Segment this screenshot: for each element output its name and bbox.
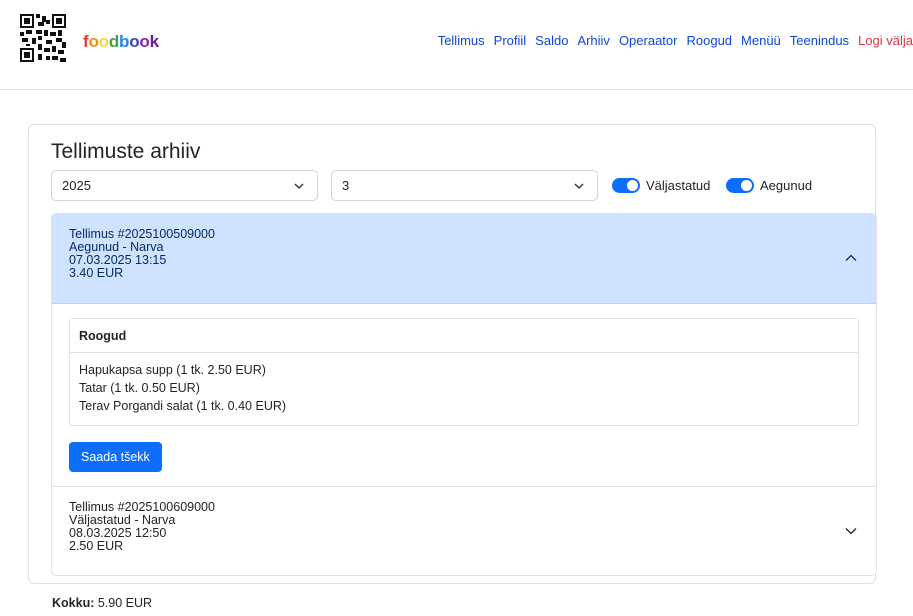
- brand-letter: o: [98, 32, 109, 51]
- nav-item-tellimus[interactable]: Tellimus: [438, 33, 485, 48]
- nav-item-menuu[interactable]: Menüü: [741, 33, 781, 48]
- nav-item-arhiiv[interactable]: Arhiiv: [577, 33, 610, 48]
- order-datetime: 08.03.2025 12:50: [69, 526, 167, 540]
- toggle-switch-valjastatud[interactable]: [612, 178, 640, 193]
- archive-card: Tellimuste arhiiv 2025 3 Väljastatud Aeg…: [28, 124, 877, 584]
- year-select[interactable]: 2025: [51, 170, 318, 201]
- order-total: Kokku: 5.90 EUR: [52, 596, 152, 610]
- logout-link[interactable]: Logi välja: [858, 33, 913, 48]
- dish-item: Hapukapsa supp (1 tk. 2.50 EUR): [79, 363, 266, 377]
- chevron-down-icon: [574, 183, 584, 190]
- brand-letter: o: [88, 32, 99, 51]
- brand-letter: d: [108, 32, 120, 51]
- dish-item: Terav Porgandi salat (1 tk. 0.40 EUR): [79, 399, 287, 413]
- top-navbar: foodbook Tellimus Profiil Saldo Arhiiv O…: [0, 0, 913, 90]
- total-label: Kokku:: [52, 596, 95, 610]
- dish-item: Tatar (1 tk. 0.50 EUR): [79, 381, 200, 395]
- send-receipt-button[interactable]: Saada tšekk: [69, 442, 162, 472]
- order-status: Aegunud - Narva: [69, 240, 164, 254]
- nav-item-teenindus[interactable]: Teenindus: [790, 33, 849, 48]
- order-amount: 2.50 EUR: [69, 539, 124, 553]
- page-title: Tellimuste arhiiv: [51, 140, 201, 163]
- orders-accordion: Tellimus #2025100509000 Aegunud - Narva …: [51, 213, 877, 576]
- nav-item-roogud[interactable]: Roogud: [686, 33, 732, 48]
- brand-letter: o: [139, 32, 150, 51]
- month-select-value: 3: [342, 178, 350, 193]
- total-value: 5.90 EUR: [97, 596, 153, 610]
- order-header-expanded[interactable]: Tellimus #2025100509000 Aegunud - Narva …: [52, 214, 876, 304]
- brand-letter: b: [119, 32, 130, 51]
- dishes-list: Roogud Hapukapsa supp (1 tk. 2.50 EUR) T…: [69, 318, 859, 426]
- nav-item-saldo[interactable]: Saldo: [535, 33, 568, 48]
- chevron-down-icon: [294, 183, 304, 190]
- month-select[interactable]: 3: [331, 170, 598, 201]
- order-status: Väljastatud - Narva: [69, 513, 176, 527]
- toggle-switch-aegunud[interactable]: [726, 178, 754, 193]
- order-datetime: 07.03.2025 13:15: [69, 253, 167, 267]
- qr-code-icon[interactable]: [20, 14, 66, 62]
- order-title: Tellimus #2025100509000: [69, 227, 215, 241]
- nav-item-operaator[interactable]: Operaator: [619, 33, 678, 48]
- order-amount: 3.40 EUR: [69, 266, 124, 280]
- brand-name[interactable]: foodbook: [83, 32, 159, 52]
- chevron-down-icon[interactable]: [844, 524, 858, 538]
- brand-letter: o: [129, 32, 140, 51]
- order-title: Tellimus #2025100609000: [69, 500, 215, 514]
- main-nav: Tellimus Profiil Saldo Arhiiv Operaator …: [438, 33, 913, 48]
- order-details: Roogud Hapukapsa supp (1 tk. 2.50 EUR) T…: [52, 304, 876, 486]
- filter-aegunud-label: Aegunud: [760, 178, 813, 193]
- brand-letter: k: [149, 32, 159, 51]
- chevron-up-icon[interactable]: [844, 251, 858, 265]
- nav-item-profiil[interactable]: Profiil: [494, 33, 527, 48]
- year-select-value: 2025: [62, 178, 91, 193]
- filter-valjastatud[interactable]: Väljastatud: [612, 178, 710, 193]
- dishes-header: Roogud: [70, 319, 858, 353]
- filter-valjastatud-label: Väljastatud: [646, 178, 711, 193]
- order-header-collapsed[interactable]: Tellimus #2025100609000 Väljastatud - Na…: [52, 486, 876, 575]
- filter-aegunud[interactable]: Aegunud: [726, 178, 812, 193]
